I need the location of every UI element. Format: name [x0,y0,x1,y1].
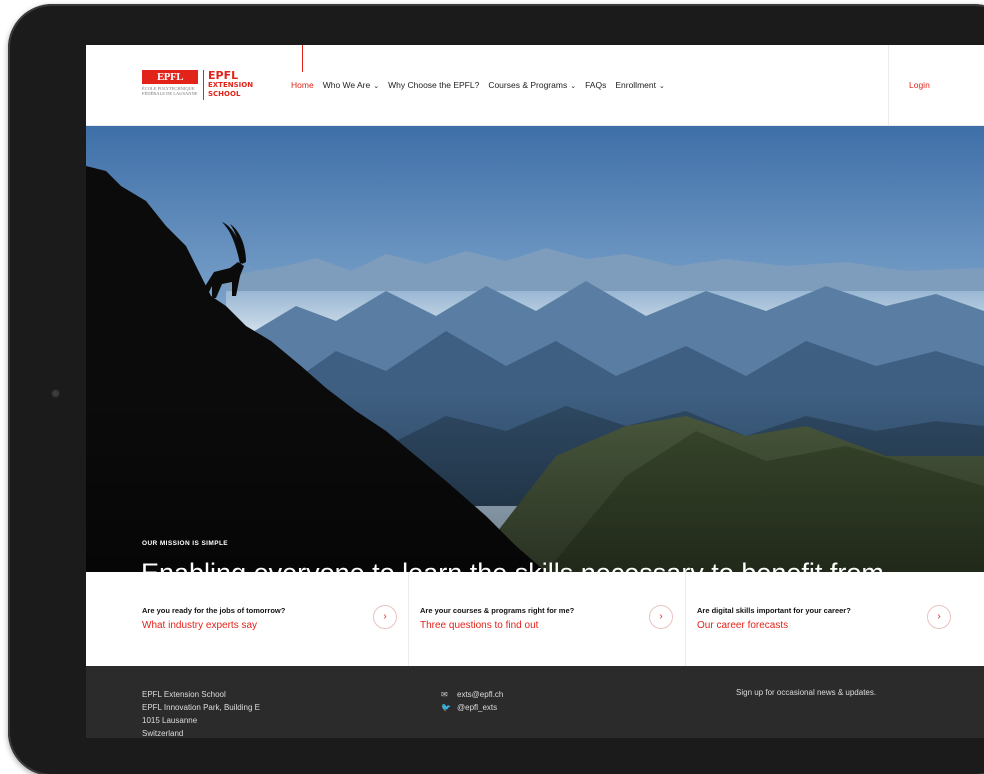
nav-label: Enrollment [615,80,656,90]
hero-mountain-image [86,126,984,572]
main-nav: Home Who We Are ⌄ Why Choose the EPFL? Co… [291,45,665,90]
chevron-right-icon[interactable]: › [649,605,673,629]
logo-divider [203,70,204,100]
nav-label: Courses & Programs [488,80,568,90]
newsletter-signup-text: Sign up for occasional news & updates. [736,688,877,697]
card-question: Are your courses & programs right for me… [420,606,575,615]
footer-twitter-row[interactable]: 🐦 @epfl_exts [441,701,503,714]
chevron-right-icon[interactable]: › [927,605,951,629]
nav-label: FAQs [585,80,607,90]
promo-cards: Are you ready for the jobs of tomorrow? … [86,572,984,666]
promo-card[interactable]: Are you ready for the jobs of tomorrow? … [86,572,409,666]
nav-label: Why Choose the EPFL? [388,80,480,90]
footer-address: EPFL Extension School EPFL Innovation Pa… [142,688,260,738]
address-line: Switzerland [142,729,184,738]
twitter-icon: 🐦 [441,703,451,712]
nav-item-courses-programs[interactable]: Courses & Programs ⌄ [488,80,576,90]
epfl-logo-subtitle: ÉCOLE POLYTECHNIQUE FÉDÉRALE DE LAUSANNE [142,86,198,96]
chevron-right-icon[interactable]: › [373,605,397,629]
logo-word-epfl: EPFL [208,69,239,82]
card-question: Are digital skills important for your ca… [697,606,851,615]
site-footer: EPFL Extension School EPFL Innovation Pa… [86,666,984,738]
epfl-logo-mark: EPFL [142,70,198,84]
login-area: Login [888,45,984,126]
chevron-down-icon: ⌄ [658,83,665,90]
nav-item-enrollment[interactable]: Enrollment ⌄ [615,80,665,90]
card-question: Are you ready for the jobs of tomorrow? [142,606,286,615]
footer-email-row[interactable]: ✉ exts@epfl.ch [441,688,503,701]
epfl-extension-logo[interactable]: EPFL ÉCOLE POLYTECHNIQUE FÉDÉRALE DE LAU… [142,70,262,102]
browser-screen: EPFL ÉCOLE POLYTECHNIQUE FÉDÉRALE DE LAU… [86,45,984,738]
promo-card[interactable]: Are digital skills important for your ca… [686,572,963,666]
nav-label: Who We Are [322,80,371,90]
site-header: EPFL ÉCOLE POLYTECHNIQUE FÉDÉRALE DE LAU… [86,45,984,126]
promo-card[interactable]: Are your courses & programs right for me… [409,572,686,666]
card-link[interactable]: Our career forecasts [697,620,788,631]
logo-word-school: SCHOOL [208,90,241,98]
nav-item-home[interactable]: Home [291,45,314,90]
nav-item-faqs[interactable]: FAQs [585,80,606,90]
envelope-icon: ✉ [441,690,448,699]
footer-contact: ✉ exts@epfl.ch 🐦 @epfl_exts [441,688,503,714]
chevron-down-icon: ⌄ [373,83,380,90]
logo-word-extension: EXTENSION [208,81,254,89]
address-line: 1015 Lausanne [142,716,198,725]
address-line: EPFL Innovation Park, Building E [142,703,260,712]
card-link[interactable]: Three questions to find out [420,620,538,631]
hero-banner: OUR MISSION IS SIMPLE Enabling everyone … [86,126,984,572]
address-line: EPFL Extension School [142,690,226,699]
nav-item-why-choose-epfl[interactable]: Why Choose the EPFL? [388,80,479,90]
logo-wordmark: EPFL EXTENSION SCHOOL [208,70,253,99]
hero-headline: Enabling everyone to learn the skills ne… [141,556,921,572]
card-link[interactable]: What industry experts say [142,620,257,631]
hero-kicker: OUR MISSION IS SIMPLE [142,540,229,547]
chevron-down-icon: ⌄ [570,83,577,90]
nav-label: Home [291,80,314,90]
footer-email: exts@epfl.ch [457,690,504,699]
nav-item-who-we-are[interactable]: Who We Are ⌄ [323,80,379,90]
login-link[interactable]: Login [909,80,930,90]
footer-twitter: @epfl_exts [457,703,498,712]
camera-dot [51,389,60,398]
